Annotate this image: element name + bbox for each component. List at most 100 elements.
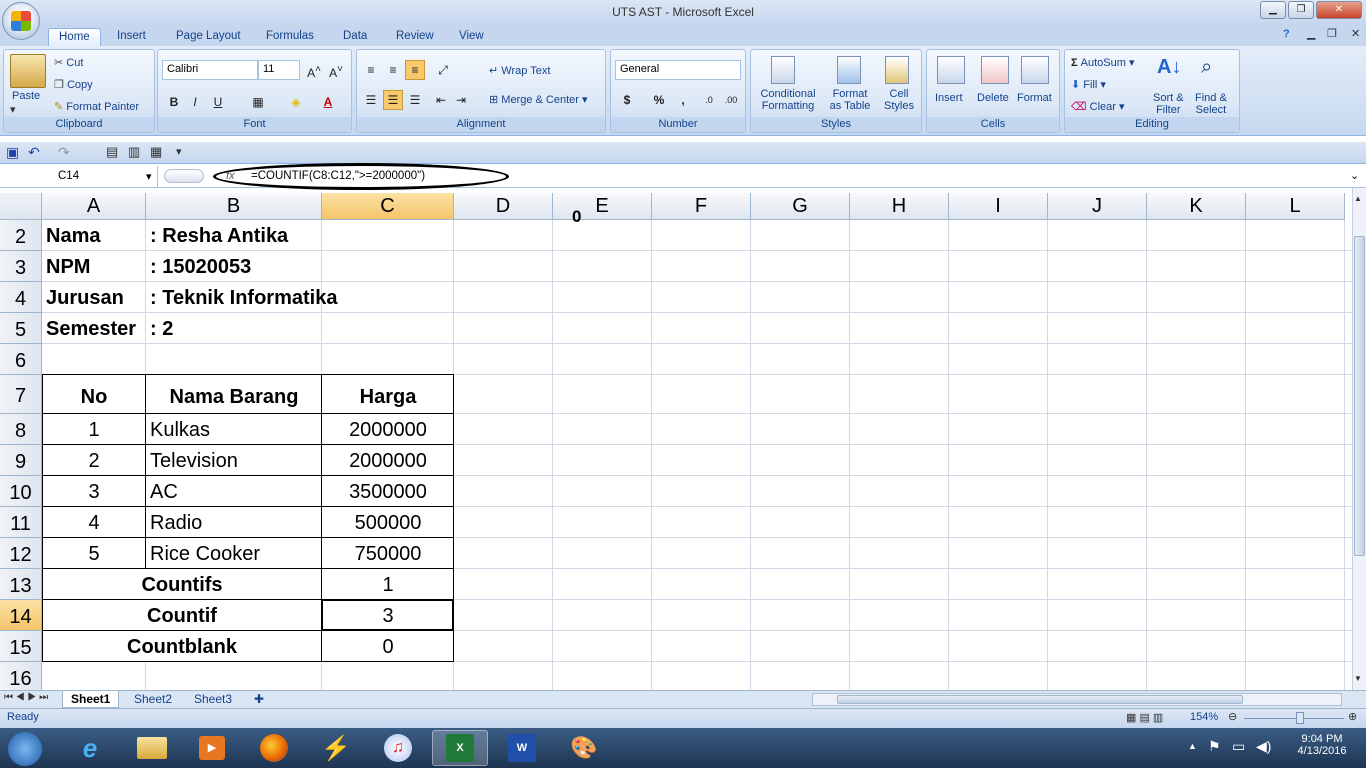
zoom-slider-thumb[interactable]: [1296, 712, 1304, 724]
delete-cells-button[interactable]: Delete: [977, 92, 1009, 104]
tab-insert[interactable]: Insert: [107, 28, 156, 46]
info-label-cell[interactable]: Semester: [42, 313, 146, 344]
customize-qat-icon[interactable]: ▾: [176, 145, 182, 158]
table-cell[interactable]: Radio: [146, 507, 322, 538]
increase-indent-icon[interactable]: ⇥: [451, 90, 471, 110]
sheet-tab-1[interactable]: Sheet1: [62, 691, 120, 708]
scroll-up-icon[interactable]: ▲: [1354, 194, 1362, 203]
info-label-cell[interactable]: Nama: [42, 220, 146, 251]
comma-button[interactable]: ,: [673, 90, 693, 110]
itunes-icon[interactable]: ♫: [370, 730, 426, 766]
sort-filter-button[interactable]: Sort & Filter: [1153, 92, 1184, 116]
number-format-select[interactable]: General: [615, 60, 741, 80]
name-box-dropdown-icon[interactable]: ▾: [146, 170, 152, 183]
find-select-button[interactable]: Find & Select: [1195, 92, 1227, 116]
column-header-j[interactable]: J: [1048, 193, 1147, 220]
column-header-d[interactable]: D: [454, 193, 553, 220]
table-cell[interactable]: Kulkas: [146, 414, 322, 445]
tab-review[interactable]: Review: [386, 28, 444, 46]
table-cell[interactable]: 500000: [322, 507, 454, 538]
ribbon-close-icon[interactable]: ✕: [1351, 27, 1360, 40]
winamp-icon[interactable]: ⚡: [308, 730, 364, 766]
summary-label-cell[interactable]: Countif: [42, 600, 322, 631]
zoom-out-icon[interactable]: ⊖: [1228, 710, 1237, 723]
summary-value-cell[interactable]: 1: [322, 569, 454, 600]
currency-button[interactable]: $: [617, 90, 637, 110]
quick-print-icon[interactable]: ▥: [128, 144, 140, 160]
row-header-4[interactable]: 4: [0, 282, 42, 313]
paint-icon[interactable]: 🎨: [556, 730, 612, 766]
decrease-indent-icon[interactable]: ⇤: [431, 90, 451, 110]
row-header-6[interactable]: 6: [0, 344, 42, 375]
expand-formula-bar-icon[interactable]: ⌄: [1350, 169, 1359, 182]
media-player-icon[interactable]: ▶: [184, 730, 240, 766]
decrease-decimal-icon[interactable]: .00: [721, 90, 741, 110]
align-center-icon[interactable]: ☰: [383, 90, 403, 110]
insert-cells-button[interactable]: Insert: [935, 92, 963, 104]
table-cell[interactable]: 2: [42, 445, 146, 476]
info-value-cell[interactable]: : 2: [146, 313, 446, 344]
tab-home[interactable]: Home: [48, 28, 101, 46]
column-header-k[interactable]: K: [1147, 193, 1246, 220]
align-top-icon[interactable]: ≡: [361, 60, 381, 80]
vertical-scroll-thumb[interactable]: [1354, 236, 1365, 556]
row-header-3[interactable]: 3: [0, 251, 42, 282]
name-box[interactable]: C14: [0, 166, 158, 187]
firefox-icon[interactable]: [246, 730, 302, 766]
info-label-cell[interactable]: NPM: [42, 251, 146, 282]
column-header-b[interactable]: B: [146, 193, 322, 220]
font-color-icon[interactable]: A: [318, 92, 338, 112]
align-bottom-icon[interactable]: ≡: [405, 60, 425, 80]
wrap-text-button[interactable]: ↵ Wrap Text: [489, 64, 550, 77]
font-name-select[interactable]: Calibri: [162, 60, 258, 80]
redo-icon[interactable]: ↷: [58, 144, 70, 161]
row-header-9[interactable]: 9: [0, 445, 42, 476]
ribbon-minimize-icon[interactable]: ▁: [1307, 27, 1315, 40]
row-header-2[interactable]: 2: [0, 220, 42, 251]
info-value-cell[interactable]: : Resha Antika: [146, 220, 446, 251]
show-hidden-icons[interactable]: ▲: [1188, 741, 1197, 751]
fill-color-icon[interactable]: ◈: [286, 92, 306, 112]
underline-button[interactable]: U: [208, 92, 228, 112]
table-cell[interactable]: AC: [146, 476, 322, 507]
row-header-10[interactable]: 10: [0, 476, 42, 507]
scroll-down-icon[interactable]: ▼: [1354, 674, 1362, 683]
row-header-13[interactable]: 13: [0, 569, 42, 600]
column-header-a[interactable]: A: [42, 193, 146, 220]
start-button[interactable]: [8, 732, 42, 766]
insert-sheet-icon[interactable]: ✚: [246, 691, 272, 708]
ribbon-restore-icon[interactable]: ❐: [1327, 27, 1337, 40]
row-header-14[interactable]: 14: [0, 600, 42, 631]
format-painter-button[interactable]: ✎ Format Painter: [54, 100, 139, 113]
tab-data[interactable]: Data: [333, 28, 377, 46]
info-value-cell[interactable]: : 15020053: [146, 251, 446, 282]
word-taskbar-icon[interactable]: W: [494, 730, 550, 766]
column-header-g[interactable]: G: [751, 193, 850, 220]
zoom-in-icon[interactable]: ⊕: [1348, 710, 1357, 723]
sheet-tab-3[interactable]: Sheet3: [186, 691, 240, 708]
table-cell[interactable]: 2000000: [322, 414, 454, 445]
increase-decimal-icon[interactable]: .0: [699, 90, 719, 110]
internet-explorer-icon[interactable]: e: [62, 730, 118, 766]
row-header-16[interactable]: 16: [0, 662, 42, 690]
align-right-icon[interactable]: ☰: [405, 90, 425, 110]
orientation-icon[interactable]: ⤢: [433, 60, 453, 80]
row-header-11[interactable]: 11: [0, 507, 42, 538]
table-header-cell[interactable]: No: [42, 379, 146, 414]
sheet-tab-2[interactable]: Sheet2: [126, 691, 180, 708]
clear-button[interactable]: ⌫ Clear ▾: [1071, 100, 1125, 113]
clock[interactable]: 9:04 PM 4/13/2016: [1292, 733, 1352, 757]
row-header-15[interactable]: 15: [0, 631, 42, 662]
table-cell[interactable]: 3500000: [322, 476, 454, 507]
action-center-icon[interactable]: ⚑: [1208, 738, 1221, 755]
row-header-7[interactable]: 7: [0, 375, 42, 414]
shrink-font-icon[interactable]: A˅: [326, 60, 346, 80]
horizontal-scroll-thumb[interactable]: [837, 695, 1243, 704]
table-header-cell[interactable]: Harga: [322, 379, 454, 414]
vertical-scrollbar[interactable]: ▲ ▼: [1352, 188, 1366, 690]
worksheet-grid[interactable]: ABCDEFGHIJKL 2 3 4 5 6 7 8 9 10 11 12 13 14 15 16 Nama…: [0, 193, 1352, 690]
summary-label-cell[interactable]: Countifs: [42, 569, 322, 600]
save-icon[interactable]: ▣: [6, 144, 19, 161]
column-header-f[interactable]: F: [652, 193, 751, 220]
column-header-i[interactable]: I: [949, 193, 1048, 220]
